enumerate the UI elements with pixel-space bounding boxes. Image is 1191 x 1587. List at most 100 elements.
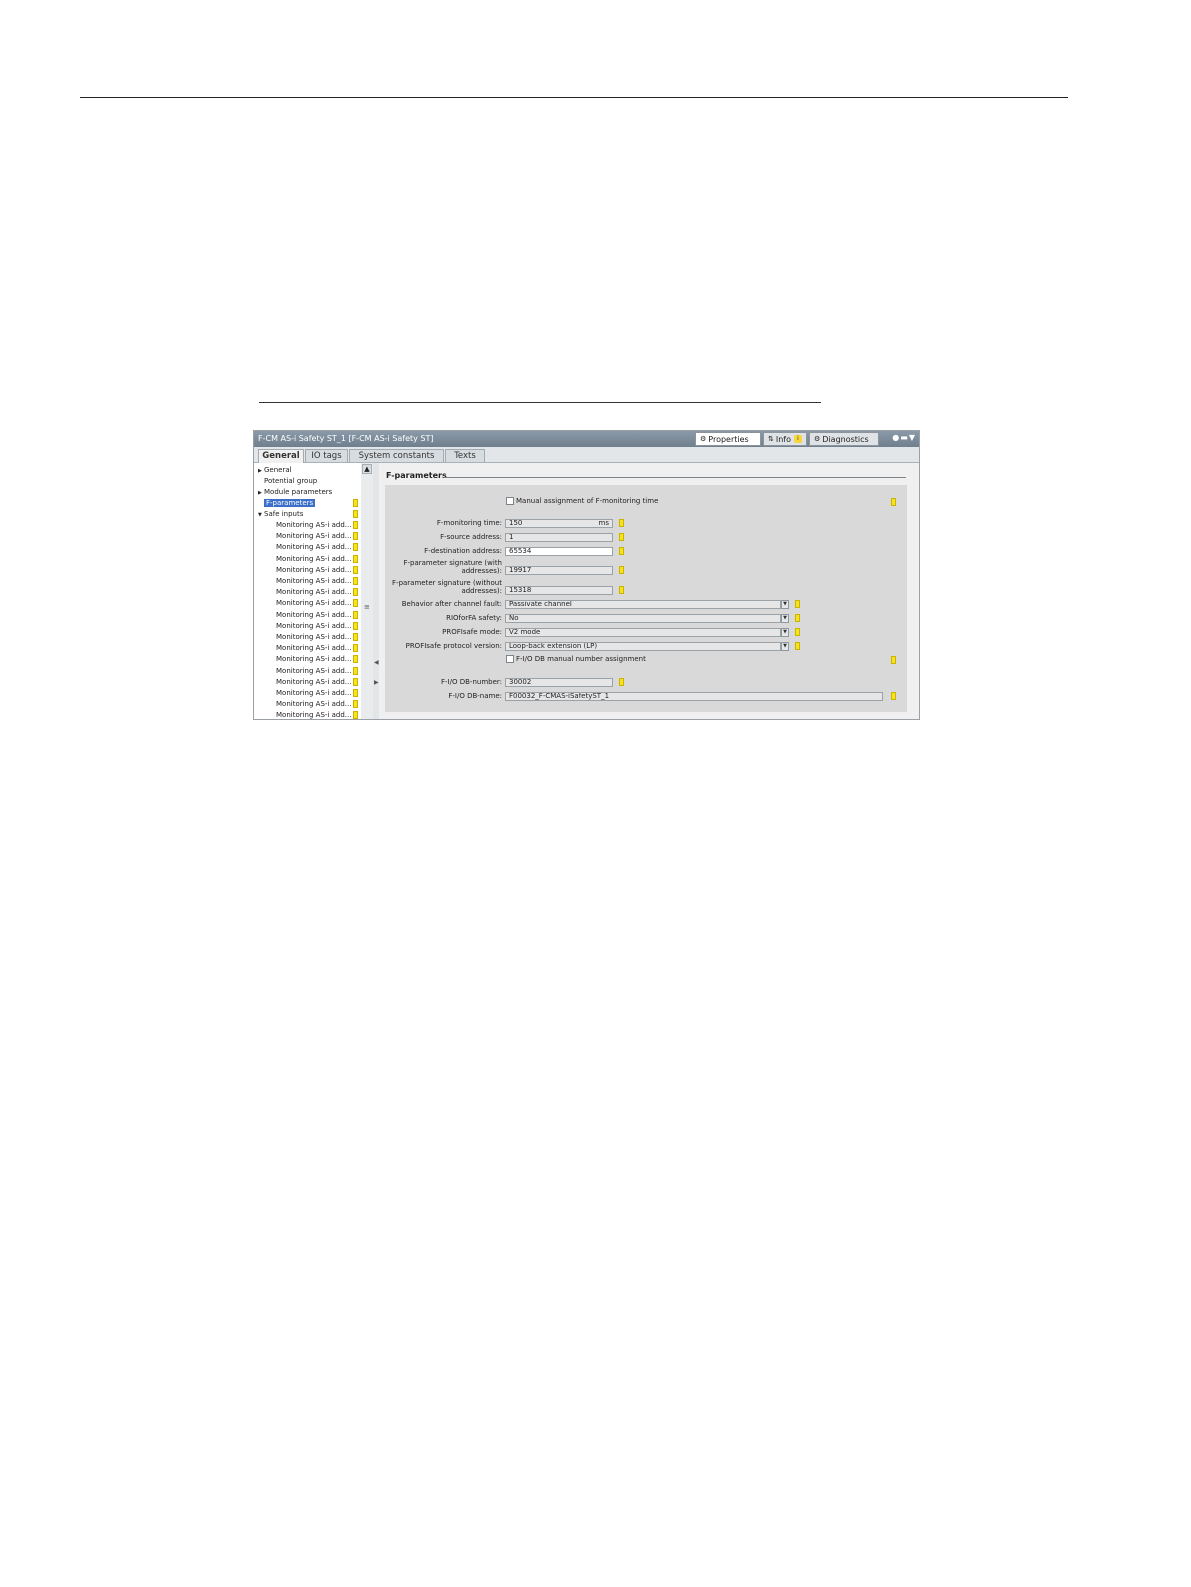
- nav-item-general[interactable]: ▶ General: [258, 465, 292, 475]
- tab-diagnostics[interactable]: ⚙ Diagnostics: [809, 432, 879, 446]
- nav-item-monitoring[interactable]: Monitoring AS-i add...: [276, 677, 351, 687]
- status-marker-icon: [353, 510, 358, 518]
- fdest-input[interactable]: 65534: [505, 547, 613, 556]
- tab-strip: General IO tags System constants Texts: [254, 447, 919, 463]
- nav-item-monitoring[interactable]: Monitoring AS-i add...: [276, 587, 351, 597]
- sig-with-label-line1: F-parameter signature (with: [403, 559, 502, 567]
- tab-info-label: Info: [775, 434, 791, 444]
- nav-item-monitoring-label: Monitoring AS-i add...: [276, 577, 352, 585]
- window-title: F-CM AS-i Safety ST_1 [F-CM AS-i Safety …: [258, 434, 434, 443]
- inspector-window: F-CM AS-i Safety ST_1 [F-CM AS-i Safety …: [253, 430, 920, 720]
- status-marker-icon: [619, 586, 624, 594]
- status-marker-icon: [353, 499, 358, 507]
- nav-item-monitoring[interactable]: Monitoring AS-i add...: [276, 598, 351, 608]
- caption-rule: [259, 402, 821, 403]
- tab-info[interactable]: ⇅ Info i: [762, 432, 807, 446]
- scroll-up-arrow-icon[interactable]: ▲: [362, 464, 372, 474]
- nav-item-monitoring-label: Monitoring AS-i add...: [276, 565, 352, 574]
- status-marker-icon: [619, 678, 624, 686]
- tab-io-tags[interactable]: IO tags: [305, 449, 348, 462]
- tab-general[interactable]: General: [258, 449, 304, 463]
- nav-item-safe-inputs[interactable]: ▼ Safe inputs: [258, 509, 303, 519]
- window-titlebar: F-CM AS-i Safety ST_1 [F-CM AS-i Safety …: [254, 431, 919, 447]
- info-badge-icon: i: [794, 435, 802, 443]
- inspector-panel-tabs: ⚙ Properties ⇅ Info i ⚙ Diagnostics: [693, 432, 879, 446]
- status-marker-icon: [795, 600, 800, 608]
- nav-item-module-parameters[interactable]: ▶ Module parameters: [258, 487, 332, 497]
- status-marker-icon: [619, 519, 624, 527]
- status-marker-icon: [353, 521, 358, 529]
- navigation-tree: ▶ General Potential group ▶ Module paramet…: [254, 463, 362, 720]
- sig-with-label-line2: addresses):: [461, 567, 502, 575]
- splitter-arrow-right-icon[interactable]: ▶: [374, 679, 379, 686]
- nav-item-monitoring-label: Monitoring AS-i add...: [276, 644, 352, 653]
- nav-item-monitoring[interactable]: Monitoring AS-i add...: [276, 710, 352, 720]
- nav-item-monitoring[interactable]: Monitoring AS-i add...: [276, 643, 351, 653]
- status-marker-icon: [891, 498, 896, 506]
- nav-item-monitoring-label: Monitoring AS-i add...: [276, 543, 352, 552]
- nav-item-monitoring-label: Monitoring AS-i add...: [276, 633, 352, 641]
- page-top-rule: [80, 97, 1068, 98]
- nav-item-potential-group[interactable]: Potential group: [264, 476, 317, 486]
- fsrc-field: 1: [505, 533, 613, 542]
- nav-item-monitoring-label: Monitoring AS-i add...: [276, 700, 352, 709]
- nav-item-monitoring[interactable]: Monitoring AS-i add...: [276, 554, 351, 564]
- minimize-icon[interactable]: ▬: [900, 433, 909, 442]
- fmon-field: 150 ms: [505, 519, 613, 528]
- status-marker-icon: [353, 677, 358, 686]
- nav-item-monitoring[interactable]: Monitoring AS-i add...: [276, 621, 351, 631]
- nav-item-monitoring-label: Monitoring AS-i add...: [276, 610, 352, 619]
- nav-item-monitoring[interactable]: Monitoring AS-i add...: [276, 666, 351, 676]
- nav-item-monitoring[interactable]: Monitoring AS-i add...: [276, 610, 351, 620]
- splitter-arrow-left-icon[interactable]: ◀: [374, 659, 379, 666]
- nav-item-monitoring-label: Monitoring AS-i add...: [276, 621, 352, 630]
- nav-item-monitoring[interactable]: Monitoring AS-i add...: [276, 688, 351, 698]
- riofor-dropdown-chevron-down-icon[interactable]: ▼: [781, 614, 789, 623]
- status-marker-icon: [619, 547, 624, 555]
- nav-item-monitoring[interactable]: Monitoring AS-i add...: [276, 565, 351, 575]
- tab-properties[interactable]: ⚙ Properties: [694, 432, 761, 446]
- profisafe-mode-dropdown-chevron-down-icon[interactable]: ▼: [781, 628, 789, 637]
- db-manual-checkbox[interactable]: [506, 655, 514, 663]
- nav-item-monitoring[interactable]: Monitoring AS-i add...: [276, 531, 351, 541]
- status-marker-icon: [353, 621, 358, 630]
- riofor-select[interactable]: No: [505, 614, 781, 623]
- status-marker-icon: [353, 588, 358, 597]
- fmon-unit: ms: [598, 519, 609, 527]
- fmon-label: F-monitoring time:: [436, 519, 502, 527]
- fmon-value: 150: [509, 519, 523, 527]
- nav-item-monitoring[interactable]: Monitoring AS-i add...: [276, 654, 351, 664]
- manual-monitoring-checkbox[interactable]: [506, 497, 514, 505]
- content-area: F-parameters Manual assignment of F-moni…: [379, 463, 919, 719]
- db-number-label: F-I/O DB-number:: [441, 678, 502, 686]
- section-divider: [444, 477, 906, 478]
- nav-item-f-parameters[interactable]: F-parameters: [264, 498, 316, 508]
- tab-texts[interactable]: Texts: [445, 449, 485, 462]
- db-number-field: 30002: [505, 678, 613, 687]
- nav-item-monitoring[interactable]: Monitoring AS-i add...: [276, 699, 351, 709]
- scroll-grip-icon[interactable]: ≡: [364, 603, 370, 611]
- nav-item-monitoring[interactable]: Monitoring AS-i add...: [276, 576, 351, 586]
- status-marker-icon: [353, 543, 358, 552]
- status-marker-icon: [353, 554, 358, 563]
- nav-item-monitoring[interactable]: Monitoring AS-i add...: [276, 632, 351, 642]
- sig-without-label-line2: addresses):: [461, 587, 502, 595]
- fsrc-label: F-source address:: [440, 533, 502, 541]
- manual-monitoring-label: Manual assignment of F-monitoring time: [516, 497, 659, 505]
- nav-item-monitoring[interactable]: Monitoring AS-i add...: [276, 542, 351, 552]
- status-marker-icon: [795, 614, 800, 622]
- sig-without-field: 15318: [505, 586, 613, 595]
- info-tab-icon: ⇅: [767, 435, 774, 443]
- menu-chevron-down-icon[interactable]: ▼: [909, 433, 916, 442]
- status-marker-icon: [353, 633, 358, 641]
- profisafe-proto-dropdown-chevron-down-icon[interactable]: ▼: [781, 642, 789, 651]
- status-marker-icon: [353, 599, 358, 608]
- behavior-select[interactable]: Passivate channel: [505, 600, 781, 609]
- tab-system-constants[interactable]: System constants: [349, 449, 444, 462]
- profisafe-mode-select[interactable]: V2 mode: [505, 628, 781, 637]
- nav-item-monitoring-label: Monitoring AS-i add...: [276, 599, 352, 608]
- profisafe-proto-select[interactable]: Loop-back extension (LP): [505, 642, 781, 651]
- nav-item-monitoring-label: Monitoring AS-i add...: [276, 711, 352, 720]
- behavior-dropdown-chevron-down-icon[interactable]: ▼: [781, 600, 789, 609]
- nav-item-monitoring[interactable]: Monitoring AS-i add...: [276, 520, 351, 530]
